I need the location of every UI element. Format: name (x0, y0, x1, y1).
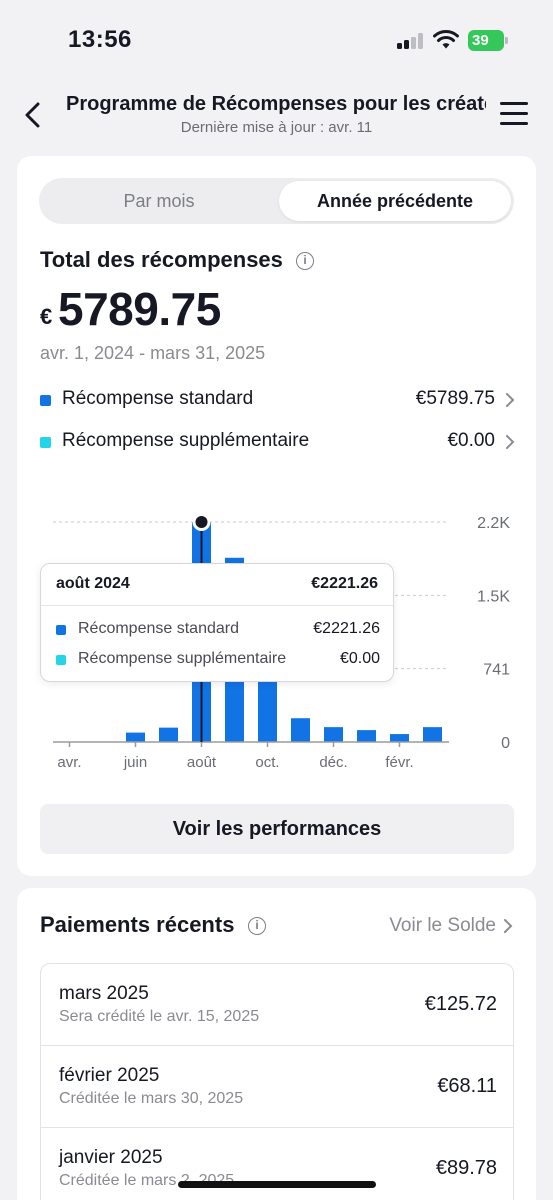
page-header: Programme de Récompenses pour les créate… (0, 80, 553, 150)
tooltip-month: août 2024 (56, 575, 130, 592)
currency-symbol: € (40, 304, 53, 329)
chart-bar (324, 727, 343, 742)
chart-bar (390, 734, 409, 742)
legend-name: Récompense supplémentaire (62, 430, 310, 451)
recent-payments-card: Paiements récents i Voir le Solde mars 2… (17, 888, 536, 1200)
payment-amount: €125.72 (424, 993, 497, 1015)
menu-button[interactable] (500, 102, 528, 126)
status-bar: 13:56 39 (0, 0, 553, 80)
tooltip-total: €2221.26 (311, 575, 378, 592)
page-title: Programme de Récompenses pour les créate… (66, 93, 486, 115)
x-tick-label: oct. (255, 754, 279, 771)
home-indicator (178, 1181, 376, 1188)
list-item[interactable]: février 2025 Créditée le mars 30, 2025 €… (41, 1046, 513, 1128)
legend-supplementary[interactable]: Récompense supplémentaire €0.00 (40, 428, 515, 458)
tooltip-row-value: €0.00 (339, 650, 380, 667)
chart-bar (126, 732, 145, 742)
x-tick-label: déc. (319, 754, 347, 771)
payment-status: Sera crédité le avr. 15, 2025 (59, 1008, 260, 1025)
view-balance-link[interactable]: Voir le Solde (389, 915, 496, 937)
battery-icon: 39 (468, 30, 508, 51)
chart-bar (291, 718, 310, 742)
y-tick-label: 2.2K (477, 515, 510, 532)
chart-bar (357, 730, 376, 742)
tooltip-row-name: Récompense supplémentaire (78, 650, 287, 667)
payment-month: janvier 2025 (59, 1147, 163, 1168)
last-updated: Dernière mise à jour : avr. 11 (180, 119, 373, 136)
chevron-right-icon (506, 435, 515, 449)
legend-name: Récompense standard (62, 388, 254, 409)
chevron-right-icon (506, 393, 515, 407)
tooltip-row-standard: Récompense standard €2221.26 (56, 620, 380, 642)
list-item[interactable]: janvier 2025 Créditée le mars 2, 2025 €8… (41, 1128, 513, 1200)
status-time: 13:56 (68, 26, 132, 53)
x-tick-label: févr. (385, 754, 413, 771)
y-tick-label: 1.5K (477, 588, 510, 605)
cellular-signal-icon (397, 33, 425, 49)
wifi-icon (433, 30, 459, 49)
chart-bar (423, 727, 442, 742)
payment-amount: €68.11 (437, 1075, 497, 1097)
chart-tooltip: août 2024 €2221.26 Récompense standard €… (40, 563, 394, 682)
x-tick-label: juin (123, 754, 147, 771)
tooltip-row-value: €2221.26 (313, 620, 380, 637)
y-tick-label: 741 (483, 662, 510, 679)
chevron-right-icon (504, 919, 513, 933)
payment-amount: €89.78 (435, 1157, 497, 1179)
tooltip-row-name: Récompense standard (78, 620, 239, 637)
tab-monthly[interactable]: Par mois (43, 181, 275, 221)
payments-list: mars 2025 Sera crédité le avr. 15, 2025 … (40, 963, 514, 1200)
rewards-card: Par mois Année précédente Total des réco… (17, 156, 536, 876)
total-rewards-label: Total des récompenses (40, 247, 283, 272)
total-rewards-amount: 5789.75 (58, 283, 221, 335)
x-tick-label: août (187, 754, 217, 771)
legend-standard[interactable]: Récompense standard €5789.75 (40, 386, 515, 416)
period-toggle: Par mois Année précédente (39, 178, 514, 224)
battery-level: 39 (472, 32, 489, 49)
legend-value: €5789.75 (415, 388, 495, 409)
highlight-point (195, 516, 208, 528)
tooltip-row-supplementary: Récompense supplémentaire €0.00 (56, 650, 380, 672)
x-tick-label: avr. (57, 754, 81, 771)
list-item[interactable]: mars 2025 Sera crédité le avr. 15, 2025 … (41, 964, 513, 1046)
chart-bar (159, 727, 178, 742)
info-icon[interactable]: i (248, 917, 266, 935)
recent-payments-title: Paiements récents (40, 912, 235, 937)
legend-dot (40, 395, 51, 406)
tab-previous-year[interactable]: Année précédente (279, 181, 511, 221)
y-tick-label: 0 (501, 735, 510, 752)
legend-dot (40, 437, 51, 448)
view-performance-button[interactable]: Voir les performances (40, 804, 514, 854)
date-range: avr. 1, 2024 - mars 31, 2025 (40, 343, 266, 363)
legend-value: €0.00 (447, 430, 495, 451)
payment-status: Créditée le mars 30, 2025 (59, 1090, 244, 1107)
info-icon[interactable]: i (296, 252, 314, 270)
payment-month: février 2025 (59, 1065, 160, 1086)
payment-month: mars 2025 (59, 983, 149, 1004)
